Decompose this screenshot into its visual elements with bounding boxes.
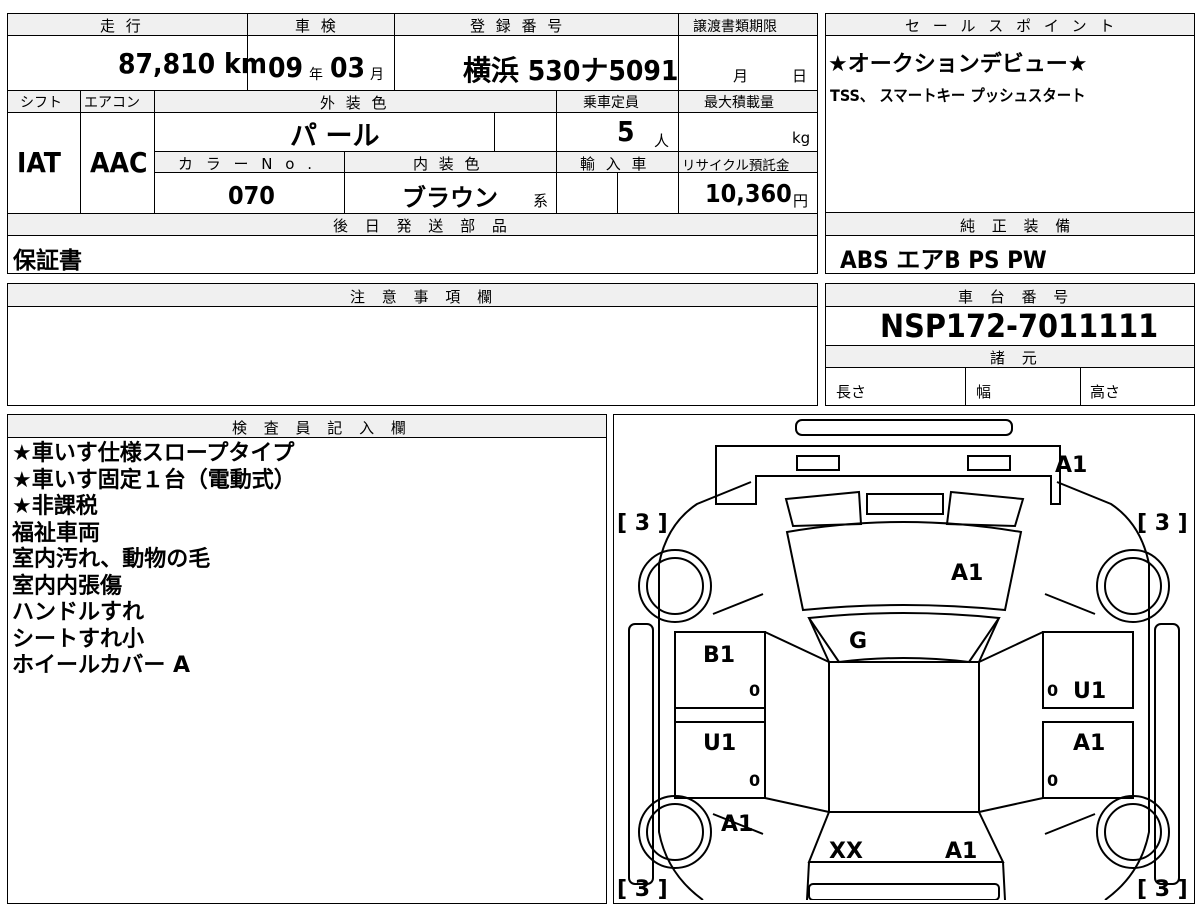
exterior-color-value: パ ール (290, 121, 380, 152)
mileage-label: 走 行 (100, 17, 144, 35)
sales-points-label: セ ー ル ス ポ イ ン ト (905, 17, 1119, 35)
tire-tread-rear-left: [ 3 ] (617, 877, 668, 900)
mark-left-rear-fender: A1 (721, 812, 753, 837)
inspector-notes: ★車いす仕様スロープタイプ ★車いす固定１台（電動式） ★非課税 福祉車両 室内… (12, 441, 296, 680)
tire-tread-front-right: [ 3 ] (1137, 511, 1188, 536)
mark-hood: A1 (951, 561, 983, 586)
mark-right-rear-door: A1 (1073, 731, 1105, 756)
inspector-note: 福祉車両 (12, 520, 101, 546)
hood-part (785, 521, 1023, 612)
mark-roof: XX (829, 839, 863, 864)
shaken-month-unit: 月 (370, 67, 384, 83)
chassis-value: NSP172-7011111 (880, 307, 1159, 345)
registration-value: 横浜 530ナ5091 (463, 54, 679, 87)
door-zero-lr: 0 (749, 771, 760, 790)
exterior-color-label: 外 装 色 (320, 94, 390, 112)
inspector-note: ハンドルすれ (12, 600, 145, 625)
caution-label: 注 意 事 項 欄 (350, 288, 499, 306)
aircon-label: エアコン (84, 95, 140, 111)
mileage-value: 87,810 km (118, 47, 267, 80)
inspector-note: ★車いす固定１台（電動式） (12, 467, 296, 493)
transfer-month-unit: 月 (733, 67, 749, 85)
body-outline (658, 481, 752, 900)
mark-rear-right: A1 (945, 839, 977, 864)
capacity-value: 5 (617, 115, 635, 148)
mark-left-rear-door: U1 (703, 731, 736, 756)
inspector-label: 検 査 員 記 入 欄 (232, 419, 412, 437)
tire-tread-rear-right: [ 3 ] (1137, 877, 1188, 900)
left-front-wheel-part (638, 549, 712, 623)
right-front-wheel-part (1096, 549, 1170, 623)
later-parts-value: 保証書 (13, 248, 82, 274)
roof-part (828, 661, 980, 813)
max-load-unit: kg (792, 129, 811, 147)
shaken-month: 03 (330, 51, 366, 84)
later-parts-label: 後 日 発 送 部 品 (333, 217, 513, 235)
shaken-year-unit: 年 (309, 67, 323, 83)
interior-color-suffix: 系 (533, 192, 549, 210)
mark-left-front-door: B1 (703, 643, 735, 668)
max-load-label: 最大積載量 (704, 95, 774, 111)
left-rear-wheel-part (638, 795, 712, 869)
transfer-day-unit: 日 (792, 67, 808, 85)
capacity-label: 乗車定員 (583, 95, 639, 111)
transfer-deadline-label: 譲渡書類期限 (693, 19, 777, 35)
height-label: 高さ (1090, 383, 1121, 401)
inspector-note: 室内汚れ、動物の毛 (12, 547, 211, 572)
right-rear-wheel-part (1096, 795, 1170, 869)
color-no-value: 070 (228, 181, 275, 210)
right-headlight-part (967, 455, 1011, 471)
shift-value: IAT (17, 146, 61, 179)
recycle-value: 10,360 (705, 179, 792, 208)
sales-points-line1: ★オークションデビュー★ (828, 52, 1088, 77)
tire-tread-front-left: [ 3 ] (617, 511, 668, 536)
shift-label: シフト (20, 95, 62, 111)
front-bumper-part (795, 419, 1013, 436)
shaken-year: 09 (268, 51, 304, 84)
mark-windshield: G (849, 629, 867, 654)
mark-front-bumper: A1 (1055, 453, 1087, 478)
inspector-note: ホイールカバー A (12, 653, 191, 678)
front-grille-part (715, 445, 1061, 505)
car-diagram: [ 3 ] [ 3 ] [ 3 ] [ 3 ] A1 A1 G B1 U1 U1… (617, 419, 1188, 900)
inspector-note: ★非課税 (12, 494, 98, 519)
windshield-part (807, 612, 1001, 664)
inspector-note: 室内内張傷 (12, 573, 123, 599)
mark-right-front-door: U1 (1073, 679, 1106, 704)
registration-label: 登 録 番 号 (470, 17, 566, 35)
inspector-note: ★車いす仕様スロープタイプ (12, 441, 295, 466)
door-zero-rf: 0 (1047, 681, 1058, 700)
genuine-equipment-value: ABS エアB PS PW (840, 246, 1047, 274)
capacity-unit: 人 (654, 132, 670, 150)
door-zero-rr: 0 (1047, 771, 1058, 790)
specs-label: 諸 元 (990, 349, 1043, 367)
interior-color-label: 内 装 色 (413, 155, 483, 173)
sales-points-box (825, 13, 1195, 213)
genuine-equipment-label: 純 正 装 備 (960, 217, 1077, 235)
interior-color-value: ブラウン (402, 184, 498, 212)
color-no-label: カ ラ ー N o . (178, 155, 317, 173)
recycle-label: リサイクル預託金 (682, 158, 790, 174)
import-label: 輸 入 車 (580, 155, 650, 173)
recycle-unit: 円 (793, 192, 809, 210)
sales-points-line2: TSS、 スマートキー プッシュスタート (830, 86, 1086, 105)
door-zero-lf: 0 (749, 681, 760, 700)
left-headlight-part (796, 455, 840, 471)
aircon-value: AAC (90, 146, 148, 179)
chassis-label: 車 台 番 号 (958, 288, 1075, 306)
width-label: 幅 (976, 383, 992, 401)
shaken-label: 車 検 (295, 17, 339, 35)
length-label: 長さ (836, 383, 867, 401)
inspector-note: シートすれ小 (12, 626, 145, 652)
